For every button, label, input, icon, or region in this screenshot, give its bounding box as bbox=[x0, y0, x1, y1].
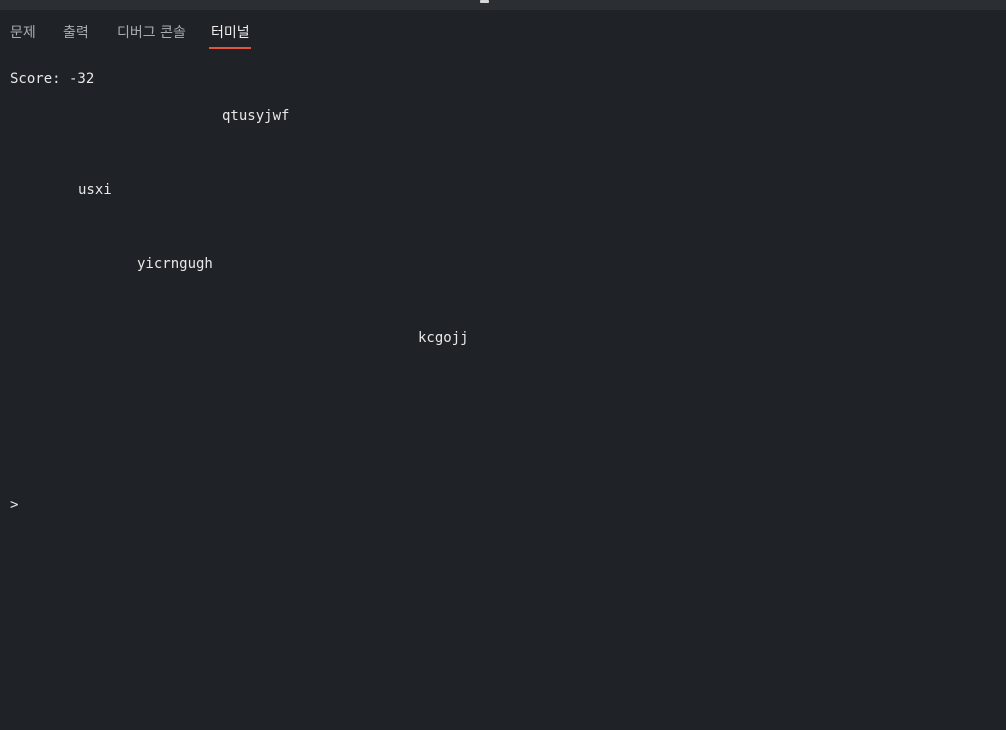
input-prompt[interactable]: > bbox=[10, 496, 18, 514]
active-tab-indicator bbox=[209, 47, 251, 49]
falling-word: qtusyjwf bbox=[222, 108, 290, 124]
tab-debug-console[interactable]: 디버그 콘솔 bbox=[117, 24, 186, 42]
falling-word: yicrngugh bbox=[137, 256, 213, 272]
panel-tab-bar: 문제 출력 디버그 콘솔 터미널 bbox=[0, 10, 1006, 52]
score-text: Score: -32 bbox=[10, 71, 95, 87]
tab-problems[interactable]: 문제 bbox=[10, 24, 36, 42]
resize-handle[interactable] bbox=[480, 0, 489, 3]
tab-terminal[interactable]: 터미널 bbox=[211, 24, 250, 42]
terminal-panel[interactable]: Score: -32 qtusyjwf usxi yicrngugh kcgoj… bbox=[0, 52, 1006, 730]
falling-word: usxi bbox=[78, 182, 112, 198]
tab-output[interactable]: 출력 bbox=[63, 24, 89, 42]
falling-word: kcgojj bbox=[418, 330, 469, 346]
window-top-bar bbox=[0, 0, 1006, 10]
